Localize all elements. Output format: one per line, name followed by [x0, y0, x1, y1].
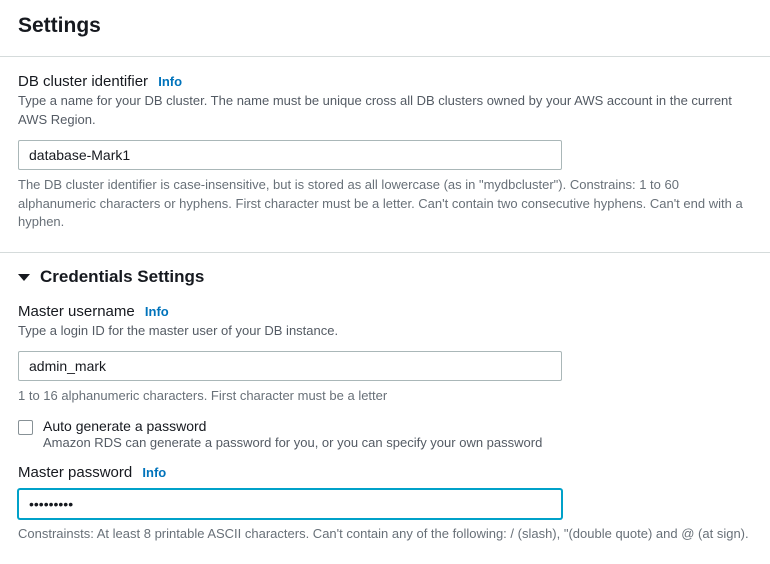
- credentials-section: Master username Info Type a login ID for…: [0, 297, 770, 564]
- master-username-description: Type a login ID for the master user of y…: [18, 322, 752, 341]
- cluster-id-description: Type a name for your DB cluster. The nam…: [18, 92, 752, 130]
- credentials-section-title: Credentials Settings: [40, 267, 204, 287]
- master-password-label: Master password Info: [18, 464, 752, 481]
- master-username-hint: 1 to 16 alphanumeric characters. First c…: [18, 387, 752, 406]
- auto-generate-password-text: Auto generate a password Amazon RDS can …: [43, 418, 542, 450]
- credentials-section-toggle[interactable]: Credentials Settings: [0, 253, 770, 297]
- caret-down-icon: [18, 274, 30, 281]
- master-username-input[interactable]: [18, 351, 562, 381]
- auto-generate-password-checkbox[interactable]: [18, 420, 33, 435]
- master-username-info-link[interactable]: Info: [145, 304, 169, 319]
- page-title: Settings: [18, 14, 752, 38]
- cluster-id-info-link[interactable]: Info: [158, 74, 182, 89]
- cluster-id-hint: The DB cluster identifier is case-insens…: [18, 176, 752, 233]
- master-password-hint: Constrainsts: At least 8 printable ASCII…: [18, 525, 752, 544]
- db-cluster-identifier-section: DB cluster identifier Info Type a name f…: [0, 57, 770, 252]
- cluster-id-input[interactable]: [18, 140, 562, 170]
- auto-generate-password-row: Auto generate a password Amazon RDS can …: [18, 418, 752, 450]
- cluster-id-label: DB cluster identifier Info: [18, 73, 752, 90]
- master-username-label: Master username Info: [18, 303, 752, 320]
- master-password-input[interactable]: [18, 489, 562, 519]
- settings-header: Settings: [0, 0, 770, 57]
- master-password-info-link[interactable]: Info: [142, 465, 166, 480]
